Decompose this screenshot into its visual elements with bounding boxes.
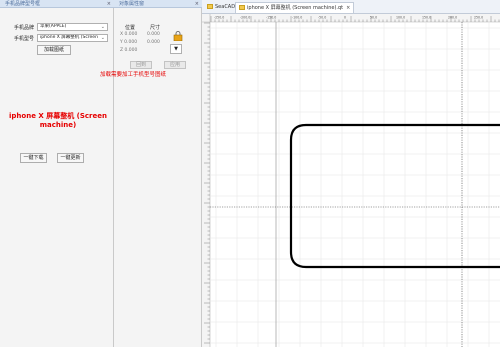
- brand-label: 手机品牌: [14, 25, 35, 31]
- document-tabs: SeaCAD1 iphone X 屏幕整机 (Screen machine).q…: [202, 0, 500, 14]
- load-drawing-button[interactable]: 加载图纸: [37, 45, 71, 55]
- ruler-label: -200.0: [240, 16, 250, 20]
- chevron-down-icon: ⌄: [100, 35, 105, 41]
- brand-model-panel: 手机品牌型号框 × 手机品牌 苹果(APPLE) ⌄ 手机型号 iphone X…: [0, 0, 114, 347]
- props-panel-title: 对象属性窗 ×: [114, 0, 202, 8]
- props-panel-title-text: 对象属性窗: [119, 1, 145, 7]
- cad-editor: SeaCAD1 iphone X 屏幕整机 (Screen machine).q…: [202, 0, 500, 347]
- position-header: 位置: [125, 25, 136, 31]
- reset-button[interactable]: 回到: [130, 61, 152, 69]
- dropdown-button[interactable]: ▼: [170, 44, 182, 54]
- z-position-field[interactable]: Z 0.000: [120, 48, 137, 53]
- chevron-down-icon: ⌄: [100, 24, 105, 30]
- document-icon: [207, 4, 213, 9]
- brand-panel-title: 手机品牌型号框 ×: [0, 0, 114, 8]
- brand-select[interactable]: 苹果(APPLE) ⌄: [37, 23, 108, 31]
- close-icon[interactable]: ×: [107, 0, 111, 8]
- model-title: iphone X 屏幕整机 (Screen machine): [9, 112, 107, 129]
- brand-select-value: 苹果(APPLE): [40, 24, 67, 29]
- y-position-field[interactable]: Y 0.000: [120, 40, 137, 45]
- document-icon: [239, 5, 245, 10]
- drawing-canvas[interactable]: -250.0 -200.0 -150.0 -100.0 -50.0 0 50.0 100.0 1…: [202, 14, 500, 347]
- height-field[interactable]: 0.000: [147, 40, 160, 45]
- width-field[interactable]: 0.000: [147, 32, 160, 37]
- ruler-label: 250.0: [474, 16, 483, 20]
- tab-iphone-x[interactable]: iphone X 屏幕整机 (Screen machine).qt ×: [235, 2, 355, 13]
- close-icon[interactable]: ×: [195, 0, 199, 8]
- size-header: 尺寸: [150, 25, 161, 31]
- x-position-field[interactable]: X 0.000: [120, 32, 137, 37]
- ruler-label: 200.0: [448, 16, 457, 20]
- model-label: 手机型号: [14, 36, 35, 42]
- tab-close-icon[interactable]: ×: [346, 5, 350, 11]
- ruler-label: 0: [344, 16, 346, 20]
- ruler-label: -250.0: [214, 16, 224, 20]
- apply-button[interactable]: 应用: [164, 61, 186, 69]
- tab-iphone-x-label: iphone X 屏幕整机 (Screen machine).qt: [247, 5, 344, 11]
- object-properties-panel: 对象属性窗 × 位置 尺寸 X 0.000 Y 0.000 Z 0.000 0.…: [114, 0, 202, 347]
- vertical-ruler: [202, 14, 210, 347]
- ruler-label: 100.0: [396, 16, 405, 20]
- brand-panel-title-text: 手机品牌型号框: [5, 1, 41, 7]
- model-select[interactable]: iphone X 屏幕整机 (Screen ⌄: [37, 34, 108, 42]
- download-button[interactable]: 一键下载: [20, 153, 47, 163]
- update-button[interactable]: 一键更新: [57, 153, 84, 163]
- lock-icon[interactable]: [173, 31, 183, 41]
- ruler-label: -100.0: [292, 16, 302, 20]
- ruler-label: 150.0: [422, 16, 431, 20]
- ruler-label: -150.0: [266, 16, 276, 20]
- ruler-label: -50.0: [318, 16, 326, 20]
- ruler-label: 50.0: [370, 16, 377, 20]
- model-select-value: iphone X 屏幕整机 (Screen: [40, 35, 98, 40]
